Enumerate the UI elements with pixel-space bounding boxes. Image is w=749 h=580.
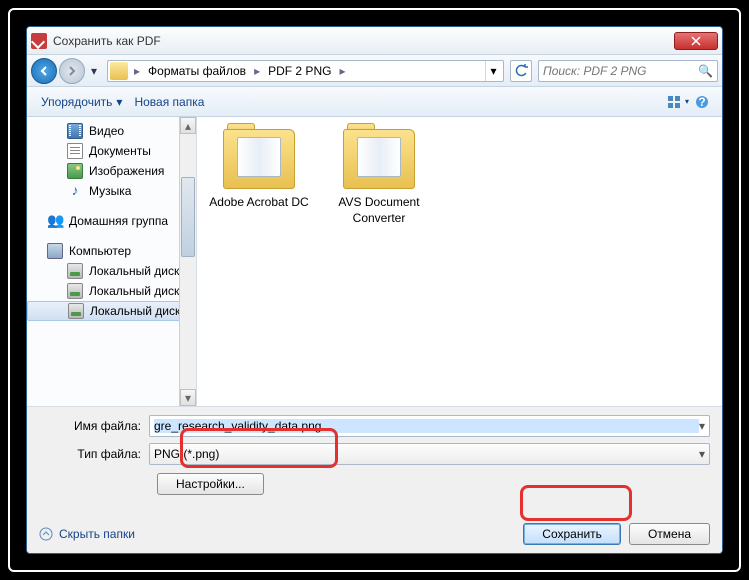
toolbar: Упорядочить ▾ Новая папка ▾ ?	[27, 87, 722, 117]
image-icon	[67, 163, 83, 179]
computer-icon	[47, 243, 63, 259]
bottom-panel: Имя файла: ▾ Тип файла: PNG (*.png) ▾ На…	[27, 406, 722, 553]
close-icon	[691, 36, 701, 46]
chevron-right-icon[interactable]: ▸	[335, 64, 349, 78]
hide-folders-button[interactable]: Скрыть папки	[39, 527, 135, 541]
search-input[interactable]	[543, 64, 698, 78]
chevron-up-icon	[39, 527, 53, 541]
organize-label: Упорядочить	[41, 95, 112, 109]
help-icon: ?	[694, 94, 710, 110]
chevron-right-icon[interactable]: ▸	[130, 64, 144, 78]
sidebar-item-disk[interactable]: Локальный диск	[27, 261, 196, 281]
sidebar-item-disk[interactable]: Локальный диск	[27, 281, 196, 301]
filetype-value: PNG (*.png)	[154, 447, 219, 461]
filename-field[interactable]: ▾	[149, 415, 710, 437]
forward-button[interactable]	[59, 58, 85, 84]
svg-text:?: ?	[698, 95, 705, 109]
sidebar-item-documents[interactable]: Документы	[27, 141, 196, 161]
cancel-button[interactable]: Отмена	[629, 523, 710, 545]
settings-button[interactable]: Настройки...	[157, 473, 264, 495]
sidebar-label: Музыка	[89, 184, 131, 198]
filetype-dropdown[interactable]: PNG (*.png) ▾	[149, 443, 710, 465]
disk-icon	[67, 283, 83, 299]
folder-icon	[343, 129, 415, 189]
save-dialog: Сохранить как PDF ▾ ▸ Форматы файлов ▸ P…	[26, 26, 723, 554]
folder-label: AVS Document Converter	[329, 195, 429, 226]
breadcrumb-bar[interactable]: ▸ Форматы файлов ▸ PDF 2 PNG ▸ ▾	[107, 60, 504, 82]
sidebar-item-video[interactable]: Видео	[27, 121, 196, 141]
organize-menu[interactable]: Упорядочить ▾	[35, 91, 128, 113]
sidebar-label: Локальный диск	[90, 304, 180, 318]
close-button[interactable]	[674, 32, 718, 50]
sidebar-label: Изображения	[89, 164, 164, 178]
sidebar-label: Локальный диск	[89, 264, 179, 278]
sidebar-item-computer[interactable]: Компьютер	[27, 241, 196, 261]
dialog-title: Сохранить как PDF	[53, 34, 674, 48]
app-icon	[31, 33, 47, 49]
scroll-up-button[interactable]: ▴	[180, 117, 196, 134]
scrollbar[interactable]: ▴ ▾	[179, 117, 196, 406]
sidebar-label: Видео	[89, 124, 124, 138]
view-icon	[667, 95, 683, 109]
arrow-left-icon	[38, 65, 50, 77]
filename-label: Имя файла:	[39, 419, 149, 433]
new-folder-label: Новая папка	[134, 95, 204, 109]
sidebar-item-disk[interactable]: Локальный диск	[27, 301, 196, 321]
disk-icon	[68, 303, 84, 319]
sidebar-label: Компьютер	[69, 244, 131, 258]
scroll-thumb[interactable]	[181, 177, 195, 257]
sidebar-item-homegroup[interactable]: 👥 Домашняя группа	[27, 211, 196, 231]
nav-history-dropdown[interactable]: ▾	[87, 64, 101, 78]
chevron-right-icon[interactable]: ▸	[250, 64, 264, 78]
view-options-button[interactable]: ▾	[666, 91, 690, 113]
file-list[interactable]: Adobe Acrobat DC AVS Document Converter	[197, 117, 722, 406]
scroll-down-button[interactable]: ▾	[180, 389, 196, 406]
sidebar-label: Локальный диск	[89, 284, 179, 298]
folder-item[interactable]: AVS Document Converter	[329, 129, 429, 226]
folder-label: Adobe Acrobat DC	[209, 195, 309, 211]
breadcrumb-segment[interactable]: Форматы файлов	[144, 62, 250, 80]
sidebar-label: Документы	[89, 144, 151, 158]
folder-item[interactable]: Adobe Acrobat DC	[209, 129, 309, 211]
new-folder-button[interactable]: Новая папка	[128, 91, 210, 113]
search-icon: 🔍	[698, 64, 713, 78]
search-box[interactable]: 🔍	[538, 60, 718, 82]
music-icon: ♪	[67, 183, 83, 199]
sidebar-item-music[interactable]: ♪ Музыка	[27, 181, 196, 201]
refresh-button[interactable]	[510, 60, 532, 82]
chevron-down-icon: ▾	[116, 95, 122, 109]
arrow-right-icon	[66, 65, 78, 77]
hide-folders-label: Скрыть папки	[59, 527, 135, 541]
filename-input[interactable]	[154, 419, 699, 433]
folder-icon	[223, 129, 295, 189]
sidebar-label: Домашняя группа	[69, 214, 168, 228]
breadcrumb-segment[interactable]: PDF 2 PNG	[264, 62, 335, 80]
chevron-down-icon: ▾	[699, 447, 705, 461]
chevron-down-icon: ▾	[685, 97, 689, 106]
folder-icon	[110, 62, 128, 80]
refresh-icon	[514, 64, 528, 78]
chevron-down-icon[interactable]: ▾	[699, 419, 705, 433]
document-icon	[67, 143, 83, 159]
filetype-label: Тип файла:	[39, 447, 149, 461]
navigation-bar: ▾ ▸ Форматы файлов ▸ PDF 2 PNG ▸ ▾ 🔍	[27, 55, 722, 87]
homegroup-icon: 👥	[47, 213, 63, 229]
back-button[interactable]	[31, 58, 57, 84]
titlebar: Сохранить как PDF	[27, 27, 722, 55]
sidebar-item-images[interactable]: Изображения	[27, 161, 196, 181]
breadcrumb-dropdown[interactable]: ▾	[485, 61, 501, 81]
disk-icon	[67, 263, 83, 279]
video-icon	[67, 123, 83, 139]
help-button[interactable]: ?	[690, 91, 714, 113]
sidebar: Видео Документы Изображения ♪ Музыка 👥 Дом…	[27, 117, 197, 406]
save-button[interactable]: Сохранить	[523, 523, 621, 545]
